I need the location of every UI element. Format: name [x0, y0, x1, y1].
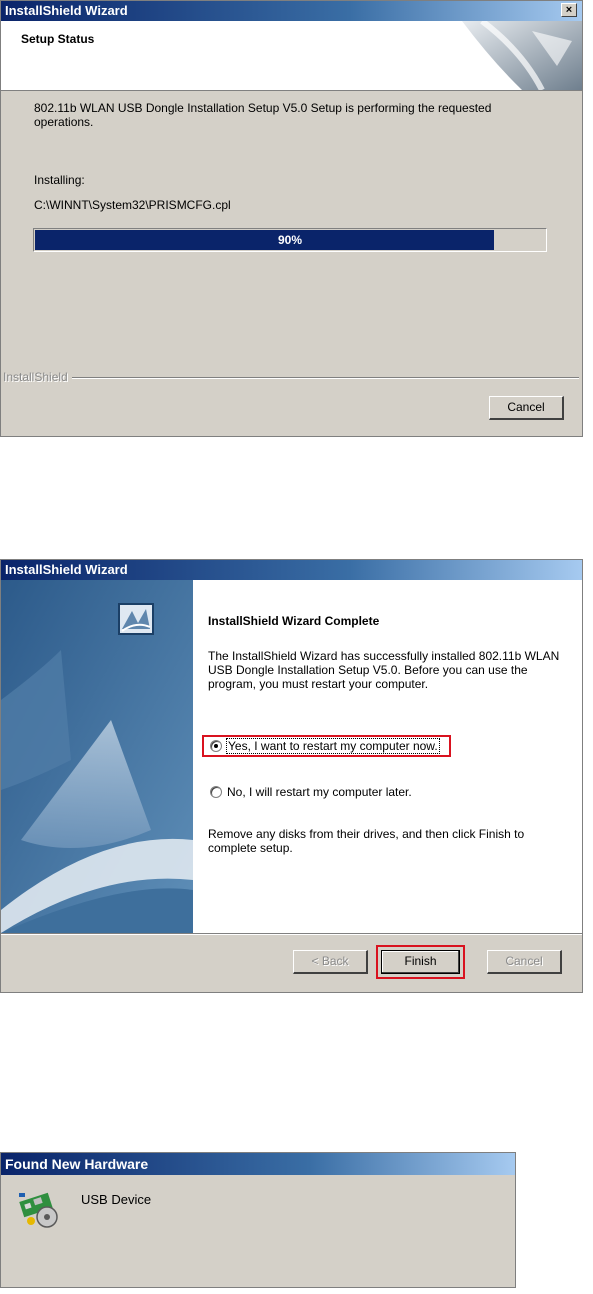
device-name: USB Device — [81, 1192, 152, 1207]
hardware-wizard-icon — [19, 1192, 58, 1228]
restart-later-label: No, I will restart my computer later. — [227, 785, 412, 799]
installshield-page-curl-icon — [462, 21, 582, 90]
installing-label: Installing: — [34, 173, 85, 187]
complete-heading: InstallShield Wizard Complete — [208, 614, 380, 628]
finish-button[interactable]: Finish — [381, 950, 460, 974]
installshield-brand: InstallShield — [3, 370, 72, 384]
found-hardware-window: Found New Hardware USB Device — [0, 1152, 516, 1288]
restart-later-option[interactable]: No, I will restart my computer later. — [204, 784, 444, 802]
wizard-complete-window: InstallShield Wizard InstallShield Wizar… — [0, 559, 583, 993]
installshield-logo-icon — [118, 603, 154, 635]
window-title: InstallShield Wizard — [5, 3, 128, 18]
restart-now-option[interactable]: Yes, I want to restart my computer now. — [202, 735, 451, 757]
cancel-button[interactable]: Cancel — [487, 950, 562, 974]
progress-percent: 90% — [277, 233, 303, 247]
progress-bar: 90% — [33, 228, 547, 252]
footer-message: Remove any disks from their drives, and … — [208, 827, 525, 855]
wizard-side-banner — [1, 580, 193, 933]
restart-now-label: Yes, I want to restart my computer now. — [226, 738, 440, 754]
button-divider — [1, 933, 582, 935]
header-panel: Setup Status — [1, 21, 582, 91]
close-icon[interactable]: × — [561, 3, 577, 17]
status-message: 802.11b WLAN USB Dongle Installation Set… — [34, 101, 492, 129]
setup-status-titlebar: InstallShield Wizard × — [1, 1, 582, 21]
window-title: Found New Hardware — [5, 1156, 149, 1172]
radio-button[interactable] — [210, 786, 222, 798]
found-hardware-titlebar: Found New Hardware — [1, 1153, 515, 1175]
setup-status-window: InstallShield Wizard × Setup Status 802.… — [0, 0, 583, 437]
wizard-complete-titlebar: InstallShield Wizard — [1, 560, 582, 580]
radio-button[interactable] — [210, 740, 222, 752]
brand-divider — [71, 377, 579, 379]
cancel-button[interactable]: Cancel — [489, 396, 564, 420]
back-button[interactable]: < Back — [293, 950, 368, 974]
file-path: C:\WINNT\System32\PRISMCFG.cpl — [34, 198, 231, 212]
window-title: InstallShield Wizard — [5, 562, 128, 577]
complete-message: The InstallShield Wizard has successfull… — [208, 649, 560, 691]
header-title: Setup Status — [21, 32, 95, 46]
